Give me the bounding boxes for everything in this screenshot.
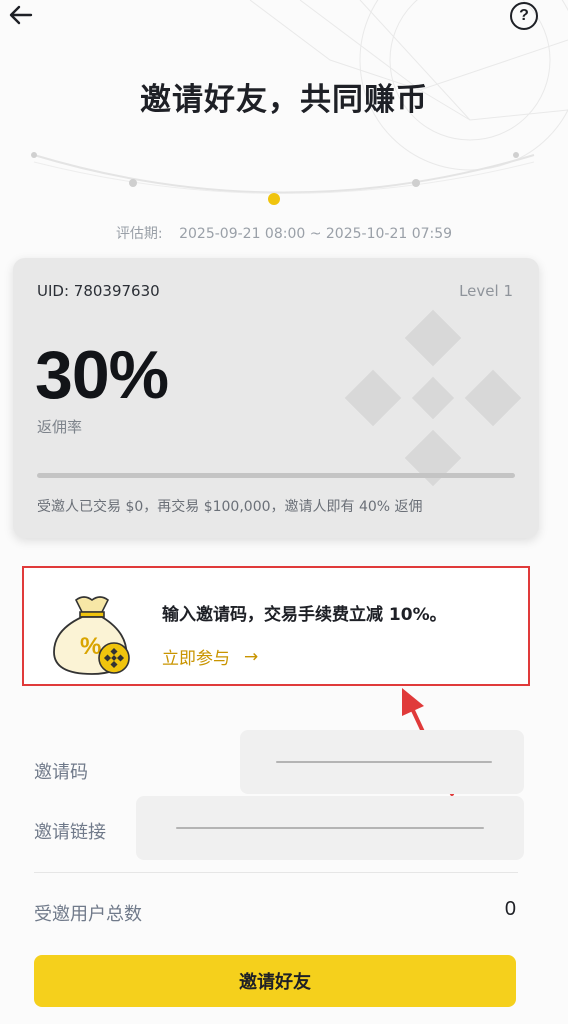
join-now-link[interactable]: 立即参与 → bbox=[162, 644, 259, 670]
invite-link-field[interactable] bbox=[136, 796, 524, 860]
invite-friends-button[interactable]: 邀请好友 bbox=[34, 955, 516, 1007]
total-invited-label: 受邀用户总数 bbox=[34, 904, 142, 925]
invite-code-redacted bbox=[276, 761, 492, 763]
total-invited-value: 0 bbox=[504, 898, 516, 920]
join-now-label: 立即参与 bbox=[162, 649, 230, 669]
commission-card: UID: 780397630 Level 1 30% 返佣率 受邀人已交易 $0… bbox=[13, 258, 539, 538]
help-button[interactable]: ? bbox=[510, 2, 538, 30]
arrow-right-icon: → bbox=[244, 646, 259, 667]
top-bar: ? bbox=[0, 0, 568, 40]
total-invited-row: 受邀用户总数 0 bbox=[22, 890, 530, 930]
timeline-dot bbox=[31, 152, 37, 158]
invite-link-row: 邀请链接 bbox=[22, 796, 530, 860]
invite-code-row: 邀请码 bbox=[22, 730, 530, 794]
user-uid: UID: 780397630 bbox=[37, 282, 160, 300]
commission-rate-label: 返佣率 bbox=[37, 418, 83, 436]
period-label: 评估期: bbox=[115, 226, 163, 242]
arrow-left-icon bbox=[9, 5, 33, 25]
timeline-dot bbox=[513, 152, 519, 158]
timeline-dot bbox=[412, 179, 420, 187]
commission-rate: 30% bbox=[35, 337, 169, 413]
period-range: 2025-09-21 08:00 ~ 2025-10-21 07:59 bbox=[179, 226, 453, 242]
svg-text:%: % bbox=[80, 633, 101, 660]
progress-bar bbox=[37, 473, 515, 478]
referral-info-panel: 邀请码 邀请链接 受邀用户总数 0 bbox=[22, 730, 530, 940]
back-button[interactable] bbox=[6, 2, 36, 28]
timeline-dot-active bbox=[268, 193, 280, 205]
evaluation-period: 评估期: 2025-09-21 08:00 ~ 2025-10-21 07:59 bbox=[0, 223, 568, 243]
promo-description: 输入邀请码，交易手续费立减 10%。 bbox=[162, 605, 447, 625]
invite-code-label: 邀请码 bbox=[34, 762, 88, 783]
divider bbox=[34, 872, 518, 873]
invite-link-label: 邀请链接 bbox=[34, 822, 106, 843]
referral-code-promo[interactable]: % 输入邀请码，交易手续费立减 10%。 立即参与 → bbox=[22, 566, 530, 686]
progress-description: 受邀人已交易 $0，再交易 $100,000，邀请人即有 40% 返佣 bbox=[37, 499, 423, 515]
page-title: 邀请好友，共同赚币 bbox=[140, 82, 428, 118]
invite-link-redacted bbox=[176, 827, 484, 829]
invite-code-field[interactable] bbox=[240, 730, 524, 794]
question-circle-icon: ? bbox=[519, 7, 529, 24]
timeline-dot bbox=[129, 179, 137, 187]
binance-logo-watermark-icon bbox=[344, 309, 522, 487]
level-badge: Level 1 bbox=[459, 282, 513, 300]
money-bag-icon: % bbox=[53, 596, 130, 675]
